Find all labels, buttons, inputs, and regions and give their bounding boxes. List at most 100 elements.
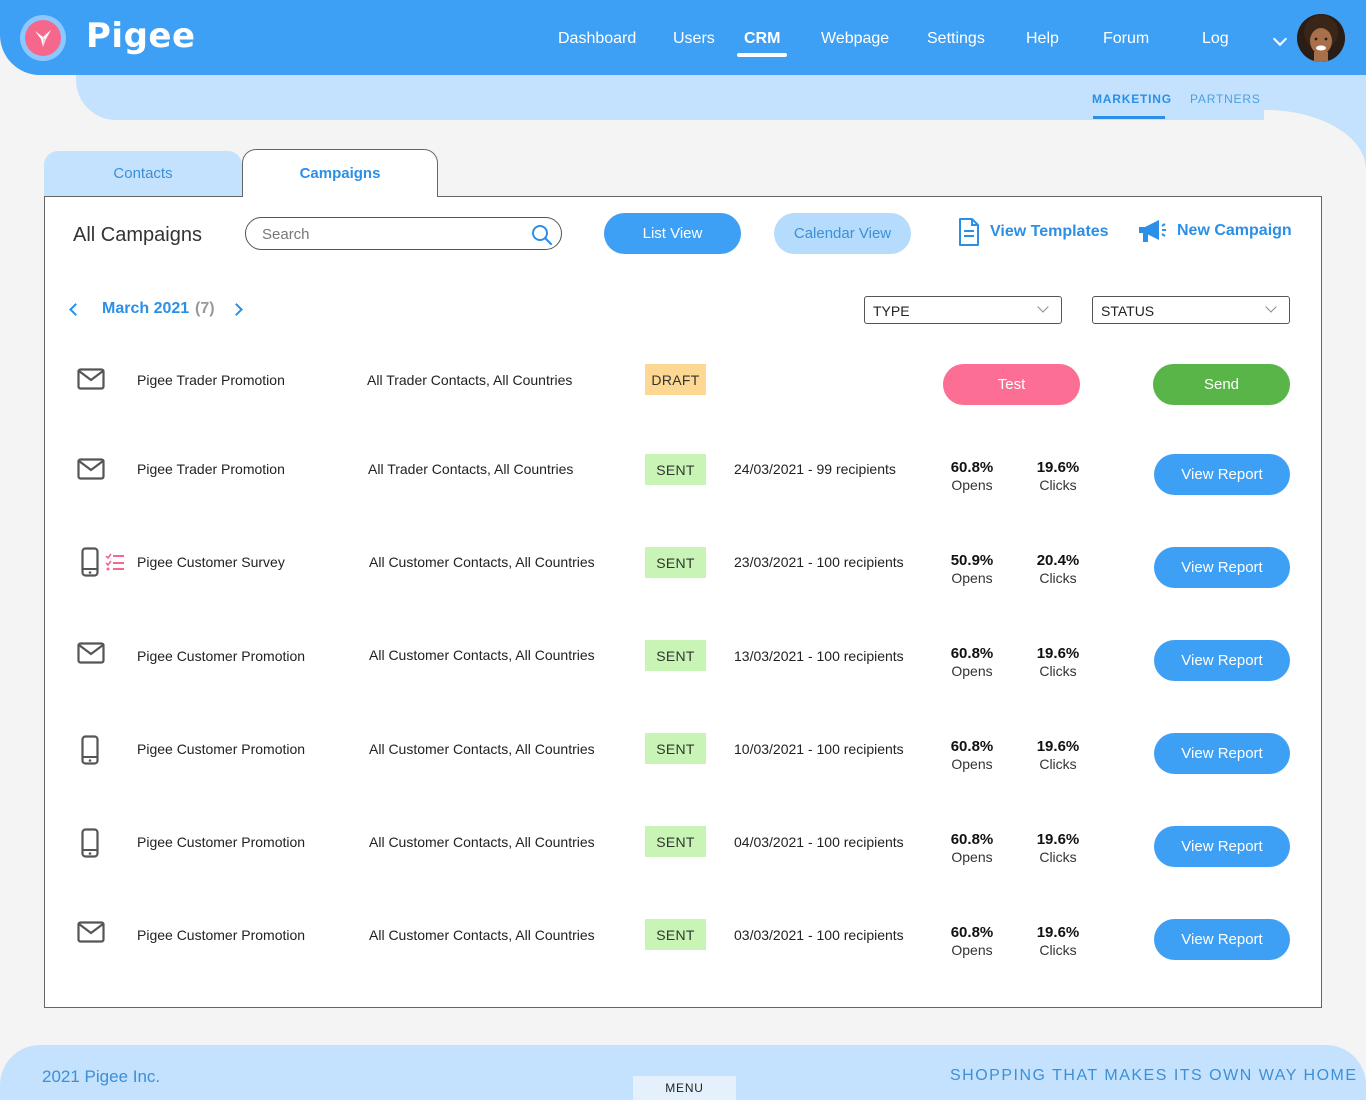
table-row[interactable]: Pigee Customer Promotion All Customer Co… (45, 733, 1321, 793)
campaign-name[interactable]: Pigee Customer Promotion (137, 741, 305, 757)
clicks-value: 20.4% (1036, 552, 1080, 569)
tab-campaigns[interactable]: Campaigns (242, 149, 438, 197)
nav-help[interactable]: Help (1026, 30, 1059, 48)
table-row[interactable]: Pigee Customer Survey All Customer Conta… (45, 547, 1321, 607)
view-templates-button[interactable]: View Templates (958, 218, 1109, 246)
campaign-name[interactable]: Pigee Customer Survey (137, 554, 285, 570)
view-report-button[interactable]: View Report (1154, 640, 1290, 681)
opens-label: Opens (951, 570, 993, 586)
opens-stat: 60.8% Opens (937, 738, 1007, 772)
status-badge: SENT (645, 547, 706, 578)
nav-forum[interactable]: Forum (1103, 30, 1149, 48)
send-date: 13/03/2021 - 100 recipients (734, 648, 904, 664)
campaign-name[interactable]: Pigee Trader Promotion (137, 372, 285, 388)
envelope-icon (77, 642, 105, 664)
clicks-stat: 19.6% Clicks (1023, 924, 1093, 958)
footer-tagline: SHOPPING THAT MAKES ITS OWN WAY HOME (950, 1067, 1358, 1084)
search-placeholder: Search (262, 226, 310, 243)
subtab-partners[interactable]: PARTNERS (1190, 92, 1261, 106)
chevron-down-icon (1037, 301, 1049, 313)
table-row[interactable]: Pigee Trader Promotion All Trader Contac… (45, 364, 1321, 424)
send-date: 10/03/2021 - 100 recipients (734, 741, 904, 757)
view-report-button[interactable]: View Report (1154, 547, 1290, 588)
campaign-audience: All Customer Contacts, All Countries (369, 554, 595, 570)
status-badge: DRAFT (645, 364, 706, 395)
opens-label: Opens (951, 756, 993, 772)
table-row[interactable]: Pigee Trader Promotion All Trader Contac… (45, 454, 1321, 514)
status-filter-label: STATUS (1101, 303, 1155, 319)
page-title: All Campaigns (73, 224, 202, 246)
nav-crm[interactable]: CRM (744, 30, 780, 48)
envelope-icon (77, 921, 105, 943)
phone-icon (81, 735, 99, 765)
campaign-audience: All Customer Contacts, All Countries (369, 927, 595, 943)
menu-button[interactable]: MENU (633, 1076, 736, 1100)
campaign-name[interactable]: Pigee Trader Promotion (137, 461, 285, 477)
phone-icon (81, 547, 99, 577)
clicks-stat: 19.6% Clicks (1023, 645, 1093, 679)
calendar-view-button[interactable]: Calendar View (774, 213, 911, 254)
view-report-button[interactable]: View Report (1154, 826, 1290, 867)
new-campaign-button[interactable]: New Campaign (1137, 218, 1292, 244)
clicks-label: Clicks (1039, 849, 1077, 865)
campaigns-panel: All Campaigns Search List View Calendar … (44, 196, 1322, 1008)
list-view-button[interactable]: List View (604, 213, 741, 254)
opens-label: Opens (951, 849, 993, 865)
nav-active-indicator (737, 53, 787, 57)
avatar[interactable] (1297, 14, 1345, 62)
opens-value: 60.8% (950, 459, 994, 476)
nav-users[interactable]: Users (673, 30, 715, 48)
nav-settings[interactable]: Settings (927, 30, 985, 48)
nav-log[interactable]: Log (1202, 30, 1229, 48)
brand-name[interactable]: Pigee (86, 16, 196, 56)
sub-navbar (76, 75, 1366, 120)
type-filter-select[interactable]: TYPE (864, 296, 1062, 324)
tab-contacts[interactable]: Contacts (44, 151, 242, 196)
clicks-value: 19.6% (1036, 645, 1080, 662)
nav-webpage[interactable]: Webpage (821, 30, 889, 48)
campaign-audience: All Customer Contacts, All Countries (369, 834, 595, 850)
send-date: 03/03/2021 - 100 recipients (734, 927, 904, 943)
table-row[interactable]: Pigee Customer Promotion All Customer Co… (45, 640, 1321, 700)
clicks-value: 19.6% (1036, 924, 1080, 941)
campaign-audience: All Customer Contacts, All Countries (369, 741, 595, 757)
table-row[interactable]: Pigee Customer Promotion All Customer Co… (45, 919, 1321, 979)
clicks-value: 19.6% (1036, 738, 1080, 755)
campaign-name[interactable]: Pigee Customer Promotion (137, 648, 305, 664)
phone-icon (81, 828, 99, 858)
status-badge: SENT (645, 826, 706, 857)
nav-dashboard[interactable]: Dashboard (558, 30, 636, 48)
pigee-logo-icon[interactable] (20, 15, 66, 61)
checklist-icon (105, 553, 124, 571)
footer-copyright: 2021 Pigee Inc. (42, 1067, 161, 1086)
opens-label: Opens (951, 663, 993, 679)
view-report-button[interactable]: View Report (1154, 733, 1290, 774)
clicks-value: 19.6% (1036, 831, 1080, 848)
opens-stat: 60.8% Opens (937, 831, 1007, 865)
chevron-left-icon[interactable] (69, 303, 82, 316)
clicks-stat: 19.6% Clicks (1023, 459, 1093, 493)
campaign-name[interactable]: Pigee Customer Promotion (137, 927, 305, 943)
status-filter-select[interactable]: STATUS (1092, 296, 1290, 324)
send-date: 23/03/2021 - 100 recipients (734, 554, 904, 570)
send-date: 24/03/2021 - 99 recipients (734, 461, 896, 477)
opens-label: Opens (951, 477, 993, 493)
search-input[interactable]: Search (245, 217, 562, 250)
subtab-marketing[interactable]: MARKETING (1092, 92, 1172, 106)
new-campaign-label: New Campaign (1177, 222, 1292, 239)
test-button[interactable]: Test (943, 364, 1080, 405)
opens-value: 50.9% (950, 552, 994, 569)
search-icon[interactable] (531, 224, 553, 246)
opens-value: 60.8% (950, 924, 994, 941)
table-row[interactable]: Pigee Customer Promotion All Customer Co… (45, 826, 1321, 886)
campaign-name[interactable]: Pigee Customer Promotion (137, 834, 305, 850)
send-button[interactable]: Send (1153, 364, 1290, 405)
opens-stat: 60.8% Opens (937, 459, 1007, 493)
view-report-button[interactable]: View Report (1154, 919, 1290, 960)
clicks-value: 19.6% (1036, 459, 1080, 476)
document-icon (959, 218, 979, 246)
view-report-button[interactable]: View Report (1154, 454, 1290, 495)
clicks-label: Clicks (1039, 756, 1077, 772)
megaphone-icon (1139, 220, 1166, 242)
chevron-right-icon[interactable] (230, 303, 243, 316)
